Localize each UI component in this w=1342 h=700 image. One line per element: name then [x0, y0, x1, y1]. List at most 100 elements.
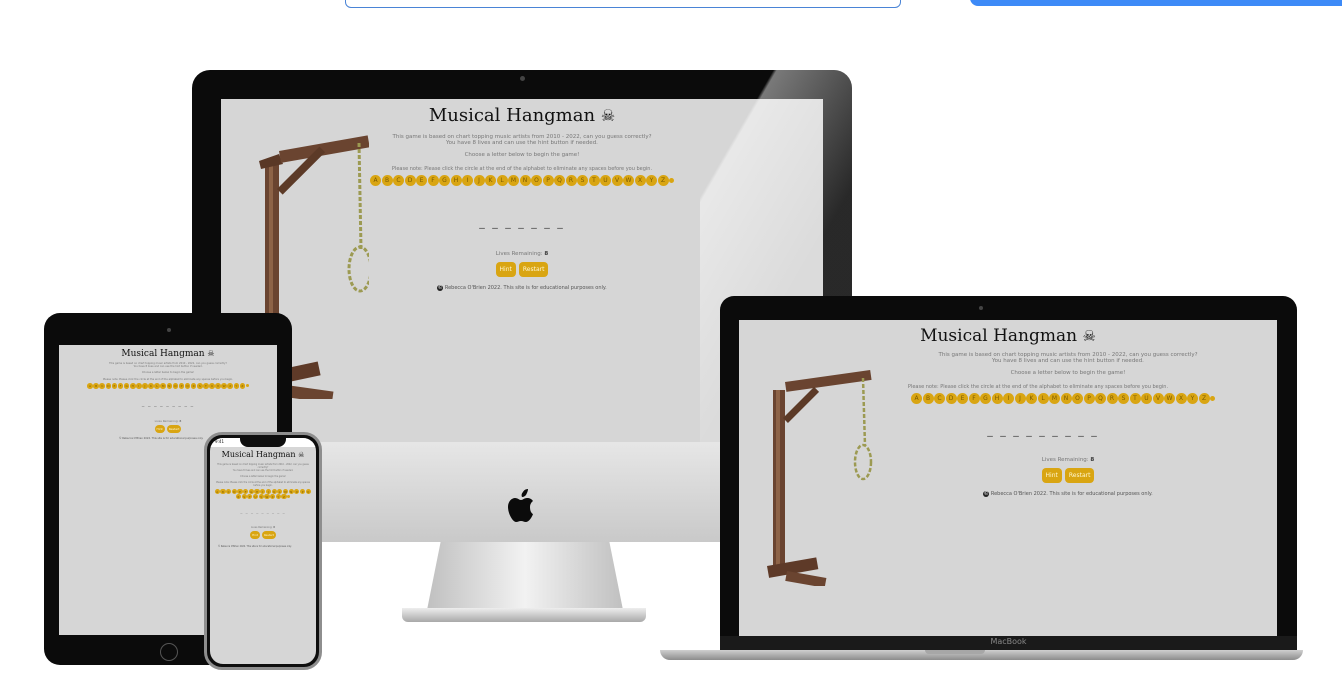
- letter-button-b[interactable]: B: [922, 393, 934, 404]
- letter-button-l[interactable]: L: [1037, 393, 1049, 404]
- letter-button-g[interactable]: G: [439, 175, 450, 186]
- letter-button-y[interactable]: Y: [275, 494, 281, 500]
- letter-button-l[interactable]: L: [496, 175, 508, 186]
- letter-button-a[interactable]: A: [370, 175, 381, 186]
- hint-button[interactable]: Hint: [154, 424, 165, 433]
- letter-button-b[interactable]: B: [93, 383, 99, 389]
- letter-button-r[interactable]: R: [235, 494, 242, 500]
- letter-button-d[interactable]: D: [945, 393, 957, 404]
- letter-button-h[interactable]: H: [450, 175, 462, 186]
- letter-button-z[interactable]: Z: [1198, 393, 1210, 404]
- letter-button-p[interactable]: P: [299, 489, 306, 495]
- letter-button-q[interactable]: Q: [184, 383, 191, 389]
- letter-button-d[interactable]: D: [231, 489, 237, 495]
- letter-button-q[interactable]: Q: [554, 175, 565, 186]
- letter-button-u[interactable]: U: [209, 383, 215, 389]
- letter-button-t[interactable]: T: [203, 383, 209, 389]
- letter-button-l[interactable]: L: [154, 383, 160, 389]
- letter-button-w[interactable]: W: [1164, 393, 1175, 404]
- letter-button-m[interactable]: M: [160, 383, 166, 389]
- restart-button[interactable]: Restart: [166, 424, 182, 433]
- letter-button-r[interactable]: R: [565, 175, 577, 186]
- letter-button-i[interactable]: I: [462, 175, 473, 186]
- letter-button-y[interactable]: Y: [1187, 393, 1198, 404]
- letter-button-q[interactable]: Q: [1095, 393, 1106, 404]
- top-search-input[interactable]: [345, 0, 901, 8]
- letter-button-m[interactable]: M: [508, 175, 519, 186]
- space-eliminator-circle[interactable]: [669, 178, 674, 183]
- letter-button-c[interactable]: C: [934, 393, 945, 404]
- letter-button-s[interactable]: S: [241, 494, 247, 500]
- letter-button-v[interactable]: V: [258, 494, 264, 500]
- letter-button-a[interactable]: A: [214, 489, 220, 495]
- letter-button-x[interactable]: X: [270, 494, 276, 500]
- hint-button[interactable]: Hint: [250, 531, 260, 540]
- letter-button-t[interactable]: T: [247, 494, 253, 500]
- restart-button[interactable]: Restart: [518, 262, 549, 277]
- letter-button-h[interactable]: H: [129, 383, 136, 389]
- space-eliminator-circle[interactable]: [1210, 396, 1215, 401]
- letter-button-k[interactable]: K: [485, 175, 496, 186]
- letter-button-u[interactable]: U: [1141, 393, 1152, 404]
- letter-button-e[interactable]: E: [111, 383, 118, 389]
- letter-button-w[interactable]: W: [623, 175, 634, 186]
- letter-button-j[interactable]: J: [142, 383, 148, 389]
- letter-button-s[interactable]: S: [577, 175, 588, 186]
- letter-button-n[interactable]: N: [519, 175, 531, 186]
- letter-button-b[interactable]: B: [381, 175, 393, 186]
- letter-button-e[interactable]: E: [957, 393, 968, 404]
- restart-button[interactable]: Restart: [1064, 468, 1095, 483]
- hint-button[interactable]: Hint: [495, 262, 516, 277]
- letter-button-f[interactable]: F: [427, 175, 439, 186]
- letter-button-z[interactable]: Z: [281, 494, 287, 500]
- letter-button-y[interactable]: Y: [233, 383, 240, 389]
- letter-button-b[interactable]: B: [220, 489, 226, 495]
- letter-button-m[interactable]: M: [1049, 393, 1060, 404]
- letter-button-c[interactable]: C: [99, 383, 106, 389]
- letter-button-c[interactable]: C: [226, 489, 232, 495]
- letter-button-q[interactable]: Q: [305, 489, 311, 495]
- letter-button-d[interactable]: D: [105, 383, 112, 389]
- letter-button-n[interactable]: N: [1060, 393, 1072, 404]
- hint-button[interactable]: Hint: [1041, 468, 1062, 483]
- letter-button-c[interactable]: C: [393, 175, 404, 186]
- letter-button-v[interactable]: V: [611, 175, 623, 186]
- letter-button-o[interactable]: O: [294, 489, 300, 495]
- restart-button[interactable]: Restart: [261, 531, 276, 540]
- letter-button-f[interactable]: F: [117, 383, 124, 389]
- letter-button-g[interactable]: G: [980, 393, 991, 404]
- letter-button-j[interactable]: J: [1014, 393, 1026, 404]
- letter-button-w[interactable]: W: [264, 494, 270, 500]
- letter-button-d[interactable]: D: [404, 175, 416, 186]
- letter-button-g[interactable]: G: [123, 383, 130, 389]
- letter-button-w[interactable]: W: [221, 383, 227, 389]
- letter-button-t[interactable]: T: [1129, 393, 1141, 404]
- letter-button-r[interactable]: R: [190, 383, 197, 389]
- letter-button-p[interactable]: P: [1083, 393, 1095, 404]
- letter-button-v[interactable]: V: [1152, 393, 1164, 404]
- letter-button-x[interactable]: X: [634, 175, 646, 186]
- letter-button-x[interactable]: X: [227, 383, 234, 389]
- space-eliminator-circle[interactable]: [245, 384, 249, 388]
- top-action-button[interactable]: [970, 0, 1342, 6]
- letter-button-u[interactable]: U: [600, 175, 611, 186]
- letter-button-n[interactable]: N: [166, 383, 173, 389]
- letter-button-x[interactable]: X: [1175, 393, 1187, 404]
- letter-button-k[interactable]: K: [1026, 393, 1037, 404]
- letter-button-o[interactable]: O: [172, 383, 179, 389]
- letter-button-p[interactable]: P: [542, 175, 554, 186]
- letter-button-a[interactable]: A: [911, 393, 922, 404]
- letter-button-u[interactable]: U: [252, 494, 259, 500]
- letter-button-t[interactable]: T: [588, 175, 600, 186]
- letter-button-a[interactable]: A: [87, 383, 93, 389]
- letter-button-n[interactable]: N: [288, 489, 294, 495]
- letter-button-o[interactable]: O: [531, 175, 542, 186]
- letter-button-j[interactable]: J: [473, 175, 485, 186]
- letter-button-f[interactable]: F: [968, 393, 980, 404]
- letter-button-e[interactable]: E: [416, 175, 427, 186]
- letter-button-i[interactable]: I: [1003, 393, 1014, 404]
- letter-button-v[interactable]: V: [215, 383, 221, 389]
- space-eliminator-circle[interactable]: [287, 495, 291, 499]
- letter-button-i[interactable]: I: [136, 383, 142, 389]
- letter-button-p[interactable]: P: [178, 383, 185, 389]
